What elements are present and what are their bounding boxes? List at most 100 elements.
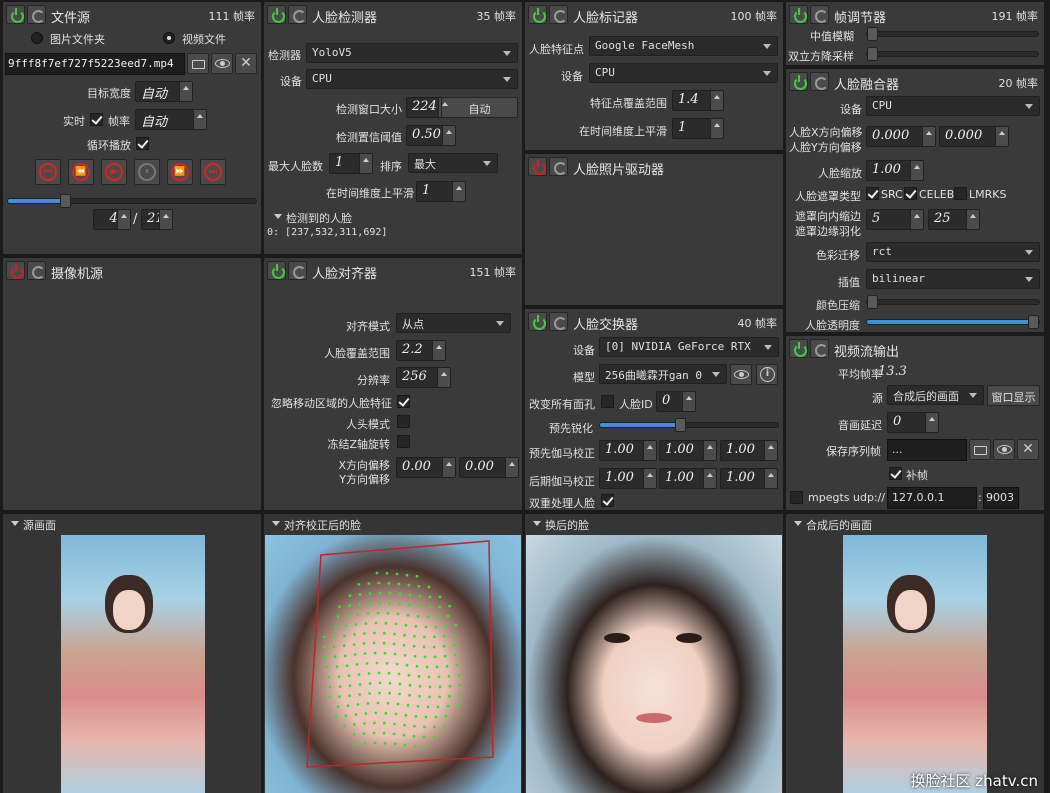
align-mode-dropdown[interactable]: 从点: [396, 313, 511, 333]
target-width-spinbox[interactable]: 自动: [135, 81, 193, 102]
loop-checkbox[interactable]: [136, 137, 149, 150]
coverage-spinbox[interactable]: 2.2: [396, 340, 446, 361]
viewer-header[interactable]: 源画面: [3, 514, 261, 534]
radio-image-folder[interactable]: [31, 32, 43, 44]
refresh-icon[interactable]: [810, 5, 829, 24]
freeze-z-checkbox[interactable]: [397, 435, 410, 448]
device-dropdown[interactable]: CPU: [306, 69, 518, 89]
rewind-icon[interactable]: ⏪: [68, 159, 94, 185]
info-icon[interactable]: i: [756, 364, 778, 385]
viewer-header[interactable]: 对齐校正后的脸: [264, 514, 522, 534]
two-pass-checkbox[interactable]: [601, 494, 614, 507]
exclude-moving-checkbox[interactable]: [397, 395, 410, 408]
sort-dropdown[interactable]: 最大: [408, 153, 498, 173]
playback-slider[interactable]: [7, 194, 257, 208]
bilateral-knob[interactable]: [867, 47, 878, 61]
eye-icon[interactable]: [993, 439, 1015, 460]
presharpen-knob[interactable]: [675, 418, 686, 432]
temporal-smoothing-spinbox[interactable]: 1: [672, 118, 724, 139]
collapse-icon[interactable]: [272, 521, 280, 526]
marker-dropdown[interactable]: Google FaceMesh: [589, 36, 778, 56]
pregamma-g-spinbox[interactable]: 1.00: [659, 440, 717, 461]
device-dropdown[interactable]: CPU: [866, 96, 1040, 116]
mpegts-host-input[interactable]: 127.0.0.1: [887, 487, 977, 509]
radio-video-file[interactable]: [163, 32, 175, 44]
collapse-icon[interactable]: [794, 521, 802, 526]
av-delay-spinbox[interactable]: 0: [887, 412, 939, 433]
refresh-icon[interactable]: [288, 5, 307, 24]
viewer-header[interactable]: 合成后的画面: [786, 514, 1044, 534]
refresh-icon[interactable]: [27, 5, 46, 24]
x-offset-spinbox[interactable]: 0.000: [866, 126, 936, 147]
refresh-icon[interactable]: [810, 72, 829, 91]
collapse-icon[interactable]: [11, 521, 19, 526]
close-icon[interactable]: ✕: [1017, 439, 1039, 460]
pregamma-r-spinbox[interactable]: 1.00: [599, 440, 657, 461]
mask-lmrks-checkbox[interactable]: [954, 187, 967, 200]
mask-src-checkbox[interactable]: [866, 187, 879, 200]
temporal-smoothing-spinbox[interactable]: 1: [416, 181, 466, 202]
eye-icon[interactable]: [211, 53, 233, 74]
power-icon[interactable]: [6, 261, 25, 280]
opacity-slider[interactable]: [866, 315, 1040, 329]
color-transfer-dropdown[interactable]: rct: [866, 242, 1040, 262]
refresh-icon[interactable]: [810, 339, 829, 358]
realtime-checkbox[interactable]: [90, 113, 103, 126]
opacity-knob[interactable]: [1028, 315, 1039, 329]
file-path-input[interactable]: 9fff8f7ef727f5223eed7.mp4: [5, 53, 185, 75]
postgamma-r-spinbox[interactable]: 1.00: [599, 468, 657, 489]
pregamma-b-spinbox[interactable]: 1.00: [720, 440, 778, 461]
mpegts-checkbox[interactable]: [790, 491, 803, 504]
refresh-icon[interactable]: [549, 312, 568, 331]
expand-icon[interactable]: [274, 214, 282, 219]
power-icon[interactable]: [267, 5, 286, 24]
refresh-icon[interactable]: [549, 5, 568, 24]
fast-forward-icon[interactable]: ⏩: [167, 159, 193, 185]
folder-icon[interactable]: [969, 439, 991, 460]
model-dropdown[interactable]: 256曲曦霖开gan 0: [599, 364, 727, 384]
scale-spinbox[interactable]: 1.00: [866, 160, 924, 181]
y-offset-spinbox[interactable]: 0.000: [939, 126, 1009, 147]
mask-blur-spinbox[interactable]: 25: [928, 209, 980, 230]
mask-erode-spinbox[interactable]: 5: [866, 209, 924, 230]
source-dropdown[interactable]: 合成后的画面: [887, 385, 984, 405]
presharpen-slider[interactable]: [599, 418, 779, 432]
pause-icon[interactable]: ⏸: [134, 159, 160, 185]
close-icon[interactable]: ✕: [235, 53, 257, 74]
head-mode-checkbox[interactable]: [397, 415, 410, 428]
color-compress-slider[interactable]: [866, 295, 1040, 309]
refresh-icon[interactable]: [549, 157, 568, 176]
power-icon[interactable]: [789, 339, 808, 358]
viewer-header[interactable]: 换后的脸: [525, 514, 783, 534]
device-dropdown[interactable]: [0] NVIDIA GeForce RTX: [599, 337, 779, 357]
power-icon[interactable]: [528, 312, 547, 331]
x-offset-spinbox[interactable]: 0.00: [396, 457, 456, 478]
mpegts-port-input[interactable]: 9003: [983, 487, 1019, 509]
play-icon[interactable]: ▶: [101, 159, 127, 185]
interpolation-dropdown[interactable]: bilinear: [866, 269, 1040, 289]
window-display-button[interactable]: 窗口显示: [987, 385, 1040, 406]
fps-spinbox[interactable]: 自动: [135, 109, 207, 130]
max-faces-spinbox[interactable]: 1: [329, 153, 373, 174]
skip-end-icon[interactable]: ⏭: [200, 159, 226, 185]
power-icon[interactable]: [789, 5, 808, 24]
median-blur-slider[interactable]: [866, 27, 1039, 41]
folder-icon[interactable]: [187, 53, 209, 74]
threshold-spinbox[interactable]: 0.50: [406, 125, 456, 146]
face-id-spinbox[interactable]: 0: [656, 391, 696, 412]
refresh-icon[interactable]: [288, 261, 307, 280]
power-icon[interactable]: [528, 5, 547, 24]
swap-all-checkbox[interactable]: [601, 395, 614, 408]
resolution-spinbox[interactable]: 256: [396, 367, 451, 388]
bilateral-slider[interactable]: [866, 47, 1039, 61]
mask-celeb-checkbox[interactable]: [904, 187, 917, 200]
range-spinbox[interactable]: 1.4: [672, 90, 724, 111]
postgamma-b-spinbox[interactable]: 1.00: [720, 468, 778, 489]
refresh-icon[interactable]: [27, 261, 46, 280]
power-icon[interactable]: [6, 5, 25, 24]
power-icon[interactable]: [267, 261, 286, 280]
skip-start-icon[interactable]: ⏮: [35, 159, 61, 185]
device-dropdown[interactable]: CPU: [589, 63, 778, 83]
postgamma-g-spinbox[interactable]: 1.00: [659, 468, 717, 489]
save-sequence-input[interactable]: ...: [887, 439, 967, 461]
